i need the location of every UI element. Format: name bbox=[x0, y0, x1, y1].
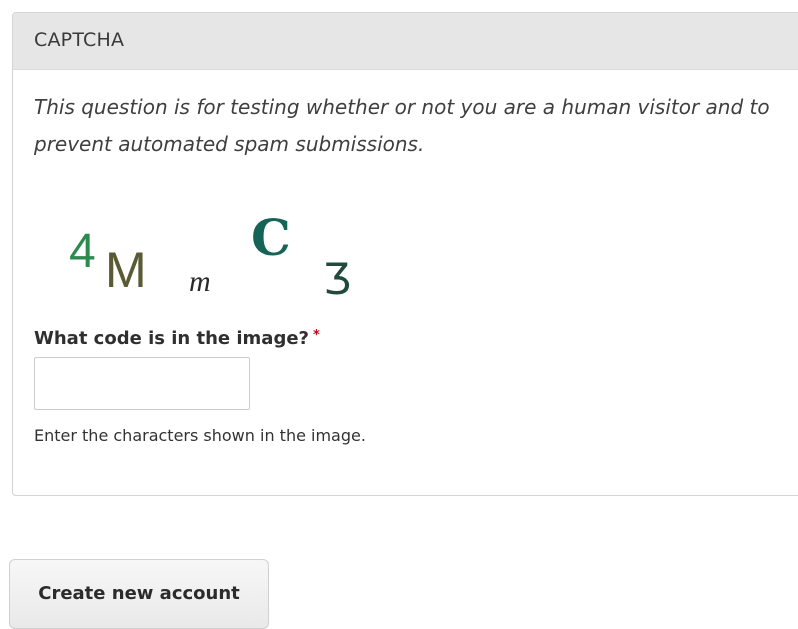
required-marker: * bbox=[312, 328, 320, 343]
captcha-char-5: Ʒ bbox=[323, 254, 351, 303]
captcha-fieldset: CAPTCHA This question is for testing whe… bbox=[12, 12, 798, 496]
create-account-button[interactable]: Create new account bbox=[9, 559, 269, 629]
captcha-description: This question is for testing whether or … bbox=[34, 95, 770, 156]
captcha-response-input[interactable] bbox=[34, 357, 250, 410]
captcha-legend-bar: CAPTCHA bbox=[13, 13, 798, 70]
captcha-char-4: C bbox=[251, 208, 291, 267]
captcha-char-3: m bbox=[189, 265, 211, 298]
captcha-image: 4 M m C Ʒ bbox=[69, 208, 351, 303]
captcha-char-2: M bbox=[105, 242, 147, 298]
captcha-help-text: Enter the characters shown in the image. bbox=[34, 426, 366, 445]
captcha-legend: CAPTCHA bbox=[34, 29, 125, 51]
captcha-field-label-text: What code is in the image? bbox=[34, 328, 309, 349]
captcha-field-label: What code is in the image? * bbox=[34, 328, 320, 349]
captcha-char-1: 4 bbox=[69, 225, 96, 278]
